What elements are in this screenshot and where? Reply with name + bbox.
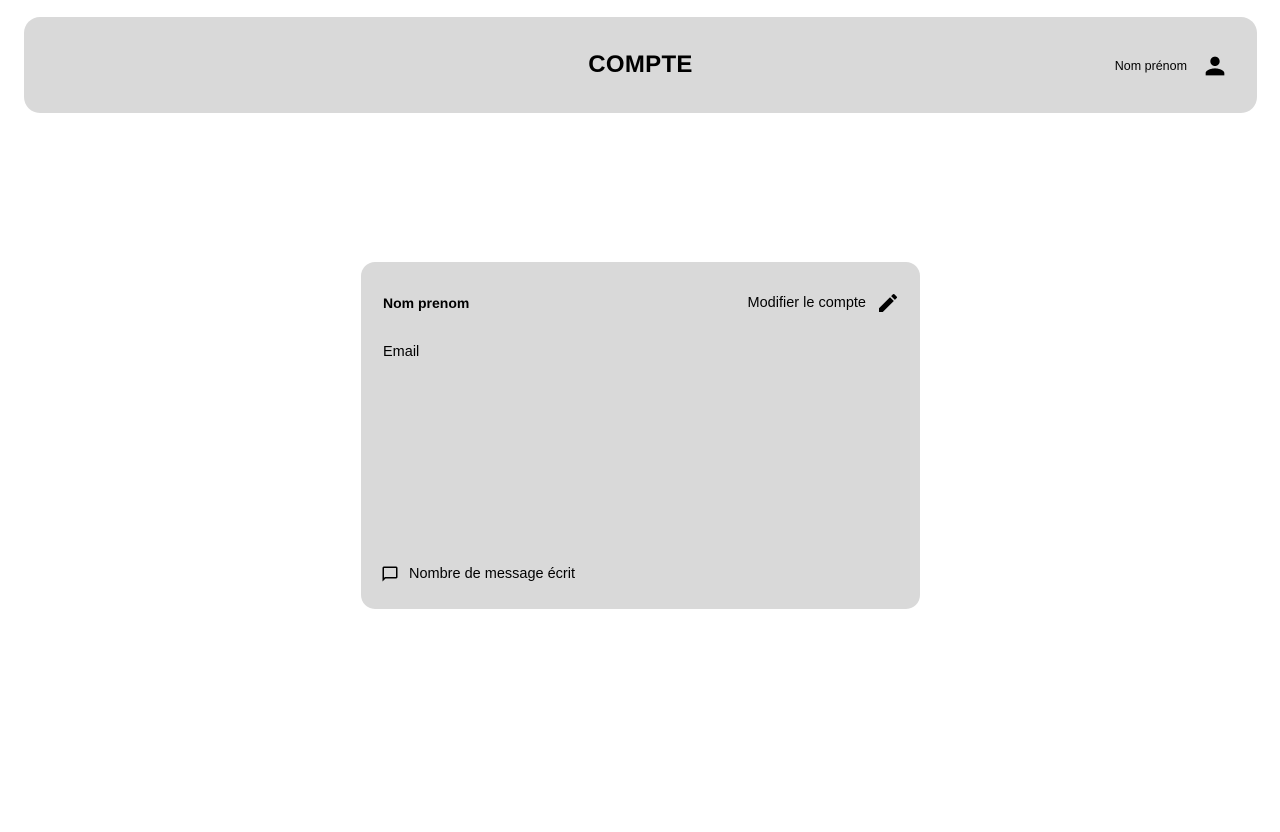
user-menu[interactable]: Nom prénom [1115, 52, 1229, 80]
page-title: COMPTE [588, 51, 693, 78]
header-user-name: Nom prénom [1114, 59, 1187, 73]
edit-account-label: Modifier le compte [747, 295, 866, 311]
account-page: COMPTE Nom prénom Nom prenom Modifier le… [0, 0, 1280, 832]
account-info-card: Nom prenom Modifier le compte Email Nomb… [361, 262, 920, 609]
chat-bubble-icon [381, 565, 399, 583]
pencil-icon[interactable] [876, 291, 900, 315]
message-count: Nombre de message écrit [381, 565, 575, 583]
person-icon[interactable] [1201, 52, 1229, 80]
account-email: Email [383, 344, 420, 360]
account-name: Nom prenom [383, 295, 470, 311]
message-count-label: Nombre de message écrit [409, 566, 576, 582]
top-header-bar: COMPTE Nom prénom [24, 17, 1257, 113]
edit-account-button[interactable]: Modifier le compte [748, 291, 900, 315]
